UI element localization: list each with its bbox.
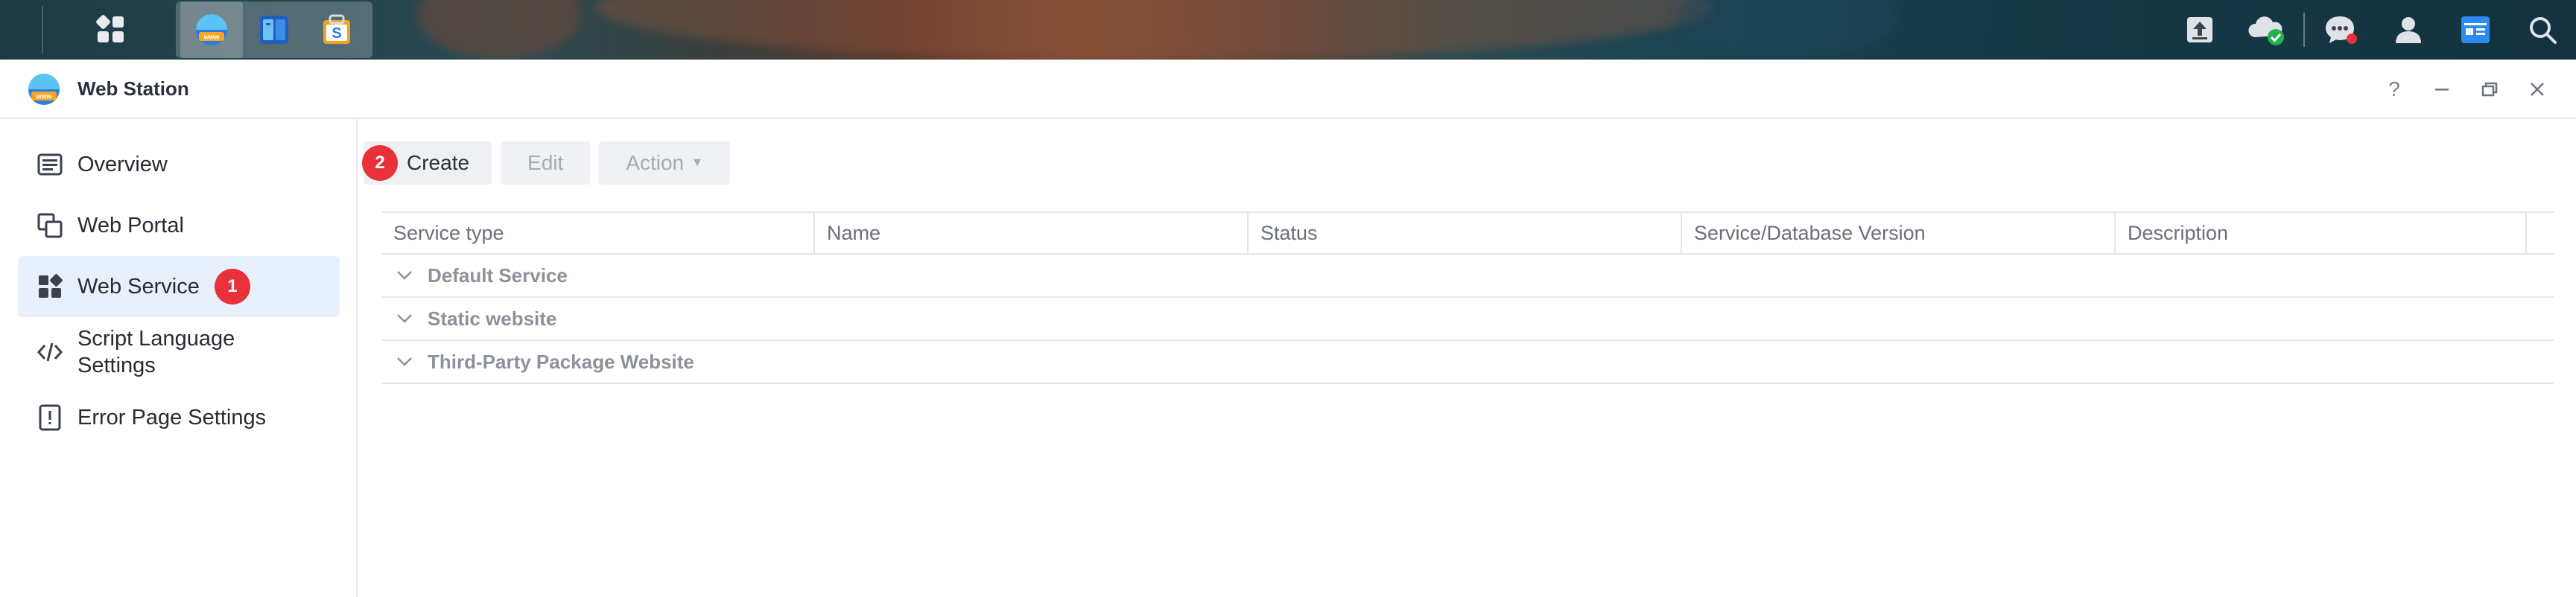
table-header: Service type Name Status Service/Databas… [381,211,2554,255]
chevron-down-icon [397,271,412,280]
sidebar-item-label: Error Page Settings [77,406,267,430]
sidebar-item-error-page-settings[interactable]: Error Page Settings [18,387,340,448]
column-header-version[interactable]: Service/Database Version [1682,213,2116,253]
group-label: Third-Party Package Website [428,350,694,373]
window-title: Web Station [77,77,189,100]
taskbar-web-station[interactable]: www [180,1,243,58]
sidebar-item-label: Overview [77,153,168,176]
cloud-sync-icon [2248,16,2284,45]
window-controls: ? [2370,60,2561,119]
taskbar-separator [42,6,43,54]
table-group-row[interactable]: Default Service [381,255,2554,298]
taskbar-separator [2303,13,2305,47]
web-service-icon [39,274,63,298]
dropdown-caret-icon: ▼ [691,156,703,169]
column-header-spacer [2527,213,2554,253]
minimize-icon [2435,89,2449,91]
upload-queue-button[interactable] [2166,0,2233,60]
svg-text:www: www [203,33,220,41]
file-station-icon [260,16,288,44]
widgets-icon [2461,16,2490,43]
error-page-icon [39,404,61,431]
action-button[interactable]: Action ▼ [599,141,730,185]
step-badge: 1 [214,269,250,304]
chat-notification-icon [2326,16,2357,44]
table-group-row[interactable]: Third-Party Package Website [381,341,2554,384]
svg-text:www: www [35,93,52,100]
main-menu-button[interactable] [79,1,143,58]
service-table: Service type Name Status Service/Databas… [381,211,2554,384]
overview-icon [37,153,63,176]
widgets-button[interactable] [2442,0,2509,60]
window-titlebar[interactable]: www Web Station ? [0,60,2576,119]
web-station-app-icon: www [28,74,60,105]
close-button[interactable] [2513,67,2561,112]
web-station-window: www Web Station ? Overview Web Portal We… [0,60,2576,597]
sidebar-item-label: Web Portal [77,214,184,237]
taskbar-file-station[interactable] [243,1,305,58]
svg-text:S: S [331,25,341,42]
create-button-label: Create [407,151,470,174]
help-button[interactable]: ? [2370,67,2418,112]
sidebar-item-overview[interactable]: Overview [18,134,340,195]
search-button[interactable] [2509,0,2576,60]
cloud-status-button[interactable] [2233,0,2300,60]
toolbar: 2 Create Edit Action ▼ [359,141,739,185]
web-station-icon: www [196,14,227,45]
notifications-button[interactable] [2308,0,2375,60]
column-header-description[interactable]: Description [2116,213,2527,253]
help-icon: ? [2388,77,2400,100]
chevron-down-icon [397,314,412,323]
code-icon [37,342,63,362]
create-button[interactable]: 2 Create [362,141,492,185]
chevron-down-icon [397,357,412,366]
maximize-button[interactable] [2466,67,2513,112]
edit-button[interactable]: Edit [501,141,591,185]
sidebar-item-web-portal[interactable]: Web Portal [18,195,340,256]
sidebar: Overview Web Portal Web Service 1 Script… [0,119,358,597]
sidebar-item-script-language-settings[interactable]: Script Language Settings [18,317,340,387]
group-label: Default Service [428,264,568,287]
main-content: 2 Create Edit Action ▼ Service type Name… [359,119,2576,597]
sidebar-item-web-service[interactable]: Web Service 1 [18,256,340,317]
user-icon [2396,17,2421,43]
column-header-name[interactable]: Name [815,213,1249,253]
user-menu-button[interactable] [2375,0,2442,60]
search-icon [2530,17,2557,44]
package-center-icon: S [323,14,350,44]
step-badge: 2 [362,145,398,181]
taskbar-running-apps: www S [176,1,372,58]
desktop-taskbar: www S [0,0,2576,60]
web-portal-icon [37,213,63,238]
restore-icon [2481,82,2498,97]
table-group-row[interactable]: Static website [381,298,2554,341]
sidebar-item-label: Script Language Settings [77,327,235,377]
upload-icon [2187,17,2212,42]
column-header-service-type[interactable]: Service type [381,213,815,253]
close-icon [2531,83,2544,96]
action-button-label: Action [626,151,685,174]
minimize-button[interactable] [2418,67,2466,112]
column-header-status[interactable]: Status [1249,213,1682,253]
main-menu-icon [96,15,124,42]
group-label: Static website [428,307,557,330]
edit-button-label: Edit [527,151,564,174]
taskbar-package-center[interactable]: S [305,1,368,58]
sidebar-item-label: Web Service [77,275,200,298]
